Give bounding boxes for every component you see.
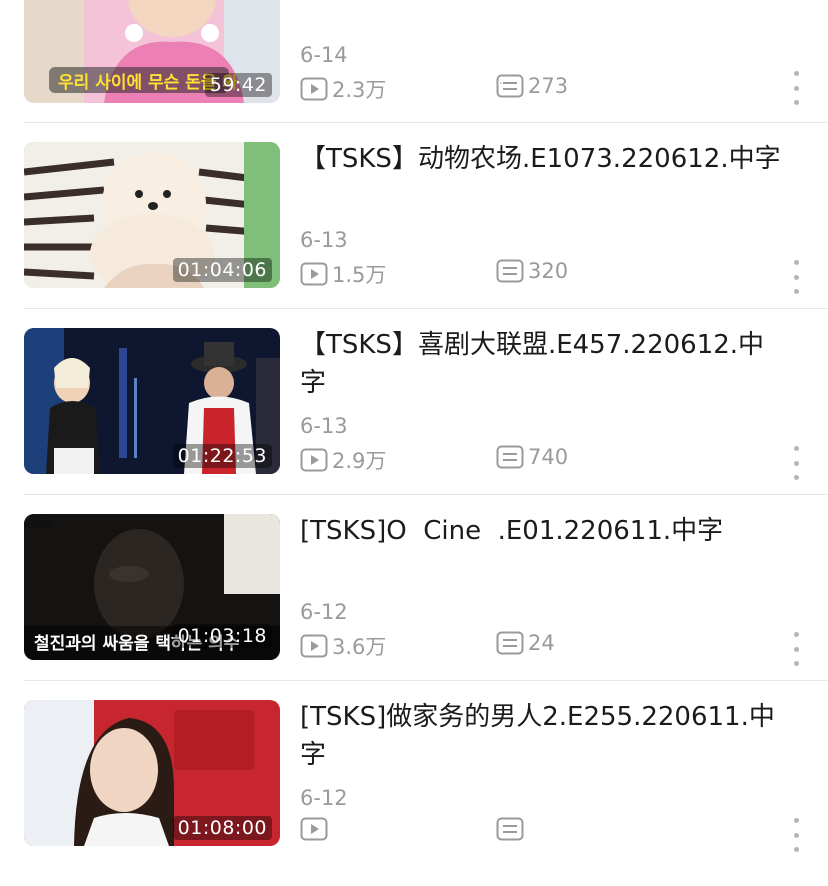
play-icon <box>300 448 328 472</box>
comment-icon <box>496 817 524 841</box>
video-thumbnail[interactable]: 철진과의 싸움을 택하는 의수 01:03:18 <box>24 514 280 660</box>
view-count-text: 3.6万 <box>332 635 387 659</box>
comment-icon <box>496 74 524 98</box>
video-title[interactable]: [TSKS]做家务的男人2.E255.220611.中字 <box>300 698 790 774</box>
play-icon <box>300 77 328 101</box>
view-count-text: 2.9万 <box>332 449 387 473</box>
comment-icon <box>496 259 524 283</box>
play-icon <box>300 634 328 658</box>
more-vertical-icon <box>793 632 799 637</box>
comment-icon <box>496 631 524 655</box>
more-vertical-icon <box>793 818 799 823</box>
view-count: 2.9万 <box>300 445 386 475</box>
comment-count: 273 <box>496 74 568 98</box>
comment-count-text: 740 <box>528 445 569 469</box>
video-title[interactable]: 【TSKS】喜剧大联盟.E457.220612.中字 <box>300 326 790 402</box>
divider <box>24 494 828 495</box>
video-thumbnail[interactable]: 우리 사이에 무슨 돈을 와 59:42 <box>24 0 280 103</box>
comment-count: 320 <box>496 259 568 283</box>
more-options-button[interactable] <box>788 71 804 105</box>
video-duration: 59:42 <box>204 73 272 97</box>
more-options-button[interactable] <box>788 260 804 294</box>
comment-count: 740 <box>496 445 568 469</box>
divider <box>24 680 828 681</box>
video-duration: 01:03:18 <box>172 624 272 648</box>
video-title[interactable]: [TSKS]O Cine .E01.220611.中字 <box>300 512 790 550</box>
comment-icon <box>496 445 524 469</box>
comment-count: 24 <box>496 631 555 655</box>
comment-count-text: 24 <box>528 631 555 655</box>
video-title[interactable]: 【TSKS】动物农场.E1073.220612.中字 <box>300 140 790 178</box>
video-item[interactable]: 철진과의 싸움을 택하는 의수 01:03:18 [TSKS]O Cine .E… <box>0 514 828 700</box>
view-count: 2.3万 <box>300 74 386 104</box>
video-thumbnail[interactable]: 01:22:53 <box>24 328 280 474</box>
video-thumbnail[interactable]: 01:04:06 <box>24 142 280 288</box>
comment-count-text: 273 <box>528 74 569 98</box>
more-vertical-icon <box>793 446 799 451</box>
video-date: 6-13 <box>300 228 348 252</box>
comment-count-text: 320 <box>528 259 569 283</box>
video-date: 6-12 <box>300 600 348 624</box>
divider <box>24 308 828 309</box>
video-thumbnail[interactable]: 01:08:00 <box>24 700 280 846</box>
video-date: 6-13 <box>300 414 348 438</box>
view-count-text: 2.3万 <box>332 78 387 102</box>
video-item[interactable]: 01:04:06 【TSKS】动物农场.E1073.220612.中字 6-13… <box>0 142 828 328</box>
divider <box>24 122 828 123</box>
view-count <box>300 817 332 841</box>
video-item[interactable]: 01:08:00 [TSKS]做家务的男人2.E255.220611.中字 6-… <box>0 700 828 886</box>
more-options-button[interactable] <box>788 446 804 480</box>
view-count: 1.5万 <box>300 259 386 289</box>
video-duration: 01:04:06 <box>172 258 272 282</box>
video-duration: 01:22:53 <box>172 444 272 468</box>
more-vertical-icon <box>793 71 799 76</box>
video-date: 6-14 <box>300 43 348 67</box>
video-date: 6-12 <box>300 786 348 810</box>
play-icon <box>300 817 328 841</box>
comment-count <box>496 817 528 841</box>
more-vertical-icon <box>793 260 799 265</box>
video-item[interactable]: 01:22:53 【TSKS】喜剧大联盟.E457.220612.中字 6-13… <box>0 328 828 514</box>
more-options-button[interactable] <box>788 818 804 852</box>
view-count-text: 1.5万 <box>332 263 387 287</box>
view-count: 3.6万 <box>300 631 386 661</box>
more-options-button[interactable] <box>788 632 804 666</box>
play-icon <box>300 262 328 286</box>
video-duration: 01:08:00 <box>172 816 272 840</box>
